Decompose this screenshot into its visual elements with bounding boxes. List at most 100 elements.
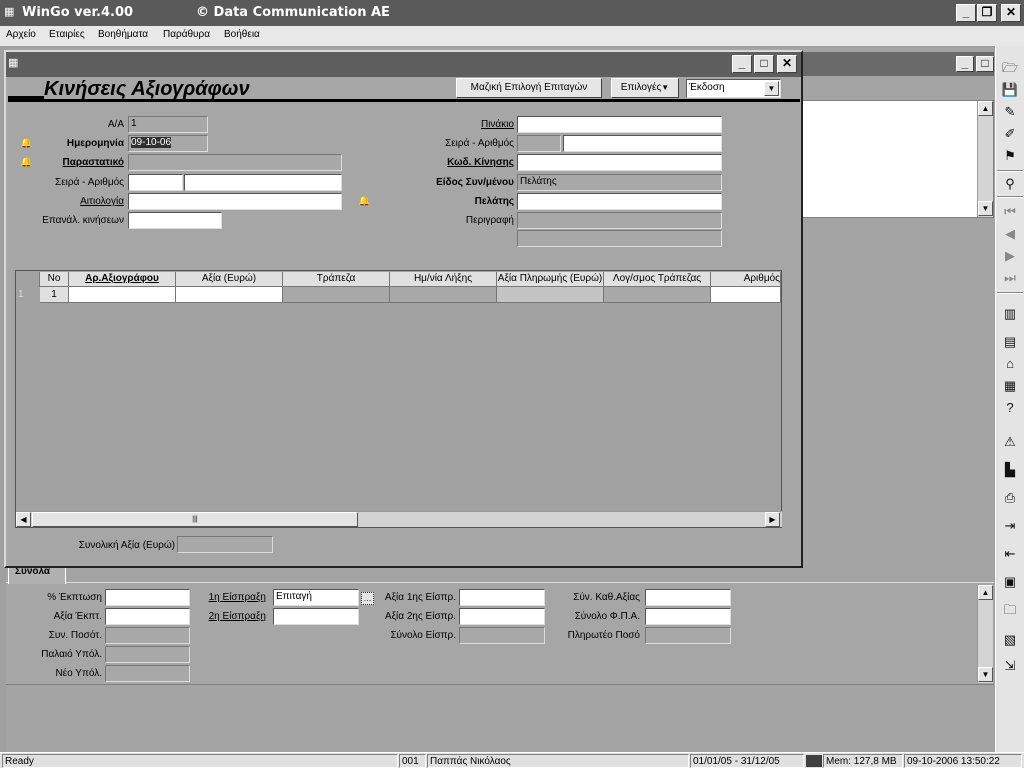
aa-label: Α/Α [107, 119, 124, 130]
discount-pct-field[interactable] [105, 589, 190, 606]
calculator-icon[interactable]: ▤ [1000, 332, 1020, 352]
grid-cell-expiry[interactable] [390, 287, 497, 303]
menu-companies[interactable]: Εταιρίες [49, 29, 85, 40]
scroll-right-icon[interactable]: ▶ [765, 512, 780, 527]
child-close-button[interactable]: ✕ [777, 55, 797, 73]
child-minimize-button[interactable]: _ [732, 55, 752, 73]
payment2-value-field[interactable] [459, 608, 545, 625]
scroll-down-icon[interactable]: ▼ [978, 667, 993, 682]
bank-icon[interactable]: ⌂ [1000, 354, 1020, 374]
grid-cell-bank-account[interactable] [604, 287, 711, 303]
grid-cell-check-no[interactable] [69, 287, 176, 303]
grid-cell-bank[interactable] [283, 287, 390, 303]
number-field[interactable] [184, 174, 342, 191]
pinakio-label[interactable]: Πινάκιο [410, 119, 514, 130]
status-memory: Mem: 127,8 MB [823, 754, 903, 768]
toolbar-separator [997, 292, 1023, 294]
restore-button[interactable]: ❐ [977, 4, 997, 22]
dropdown-arrow-icon: ▼ [661, 83, 670, 92]
print-preview-icon[interactable]: ⎙ [1000, 488, 1020, 508]
child-title-bar: ▦ _ □ ✕ [6, 52, 801, 77]
payment1-label[interactable]: 1η Είσπραξη [200, 592, 266, 603]
totals-scrollbar[interactable]: ▲ ▼ [977, 585, 993, 683]
export-icon[interactable]: ⇤ [1000, 544, 1020, 564]
column-header[interactable]: Ημ/νία Λήξης [390, 272, 497, 287]
payment2-label[interactable]: 2η Είσπραξη [200, 611, 266, 622]
scroll-thumb[interactable]: ||| [32, 512, 358, 527]
bg-minimize-button[interactable]: _ [956, 56, 974, 72]
eraser-icon[interactable]: ✎ [1000, 102, 1020, 122]
menu-file[interactable]: Αρχείο [6, 29, 36, 40]
customer-field[interactable] [517, 193, 722, 210]
import-icon[interactable]: ⇥ [1000, 516, 1020, 536]
column-header[interactable]: Τράπεζα [283, 272, 390, 287]
menu-windows[interactable]: Παράθυρα [163, 29, 210, 40]
grid-cell-value[interactable] [176, 287, 283, 303]
mass-select-button[interactable]: Μαζική Επιλογή Επιταγών [456, 78, 602, 98]
pinakio-field[interactable] [517, 116, 722, 133]
register-icon[interactable]: ▧ [1000, 630, 1020, 650]
bg-maximize-button[interactable]: □ [976, 56, 994, 72]
right-number-field[interactable] [563, 135, 722, 152]
repeat-movements-field[interactable] [128, 212, 222, 229]
scroll-left-icon[interactable]: ◀ [16, 512, 31, 527]
repeat-movements-label: Επανάλ. κινήσεων [42, 215, 124, 226]
save-icon[interactable]: 💾 [1000, 80, 1020, 100]
document-type-field[interactable] [128, 154, 342, 171]
movement-code-label[interactable]: Κωδ. Κίνησης [410, 157, 514, 168]
series-field[interactable] [128, 174, 183, 191]
first-record-icon[interactable]: ⏮ [1000, 202, 1020, 222]
flag-icon[interactable]: ⚑ [1000, 146, 1020, 166]
document-icon[interactable]: ▣ [1000, 572, 1020, 592]
grid-cell-number[interactable] [711, 287, 781, 303]
exit-door-icon[interactable]: ⇲ [1000, 656, 1020, 676]
columns-icon[interactable]: ▥ [1000, 304, 1020, 324]
building-icon[interactable]: ▙ [1000, 460, 1020, 480]
binoculars-icon[interactable]: ⚲ [1000, 174, 1020, 194]
date-field[interactable]: 09-10-06 [128, 135, 208, 152]
column-header[interactable]: Αξία Πληρωμής (Ευρώ) [497, 272, 604, 287]
bg-top-scrollbar[interactable]: ▲ ▼ [977, 101, 993, 217]
column-header[interactable]: Νο [40, 272, 69, 287]
column-header[interactable]: Λογ/σμος Τράπεζας [604, 272, 711, 287]
description-field-2 [517, 230, 722, 247]
calendar-icon[interactable]: ▦ [1000, 376, 1020, 396]
previous-record-icon[interactable]: ◀ [1000, 224, 1020, 244]
reason-field[interactable] [128, 193, 342, 210]
discount-value-field[interactable] [105, 608, 190, 625]
child-maximize-button[interactable]: □ [754, 55, 774, 73]
warning-icon[interactable]: ⚠ [1000, 432, 1020, 452]
brush-icon[interactable]: ✐ [1000, 124, 1020, 144]
scroll-down-icon[interactable]: ▼ [978, 201, 993, 216]
payment2-field[interactable] [273, 608, 359, 625]
grid-horizontal-scrollbar[interactable]: ◀ ||| ▶ [16, 511, 782, 527]
scroll-up-icon[interactable]: ▲ [978, 585, 993, 600]
minimize-button[interactable]: _ [956, 4, 976, 22]
menu-help[interactable]: Βοήθεια [224, 29, 260, 40]
app-company: © Data Communication AE [196, 5, 390, 20]
document-type-label[interactable]: Παραστατικό [40, 157, 124, 168]
column-header[interactable]: Αξία (Ευρώ) [176, 272, 283, 287]
options-button[interactable]: Επιλογές▼ [611, 78, 679, 98]
payment1-field[interactable]: Επιταγή [273, 589, 359, 606]
reason-label[interactable]: Αιτιολογία [40, 196, 124, 207]
open-folder-icon[interactable]: 🗁 [1000, 58, 1020, 78]
payment1-value-field[interactable] [459, 589, 545, 606]
folder-open-icon[interactable]: 🗀 [1000, 600, 1020, 620]
movement-code-field[interactable] [517, 154, 722, 171]
column-header[interactable]: Αριθμός [711, 272, 781, 287]
chevron-down-icon[interactable]: ▼ [764, 81, 779, 96]
edition-select[interactable]: Έκδοση ▼ [686, 79, 781, 98]
last-record-icon[interactable]: ⏭ [1000, 268, 1020, 288]
toolbar-separator [997, 196, 1023, 198]
close-button[interactable]: ✕ [1001, 4, 1021, 22]
description-field [517, 212, 722, 229]
scroll-up-icon[interactable]: ▲ [978, 101, 993, 116]
menu-tools[interactable]: Βοηθήματα [98, 29, 148, 40]
column-header[interactable]: Αρ.Αξιογράφου [69, 272, 176, 287]
help-icon[interactable]: ? [1000, 398, 1020, 418]
new-balance-label: Νέο Υπόλ. [55, 668, 102, 679]
next-record-icon[interactable]: ▶ [1000, 246, 1020, 266]
right-series-number-label: Σειρά - Αριθμός [445, 138, 514, 149]
grid-cell-payment-value[interactable] [497, 287, 604, 303]
